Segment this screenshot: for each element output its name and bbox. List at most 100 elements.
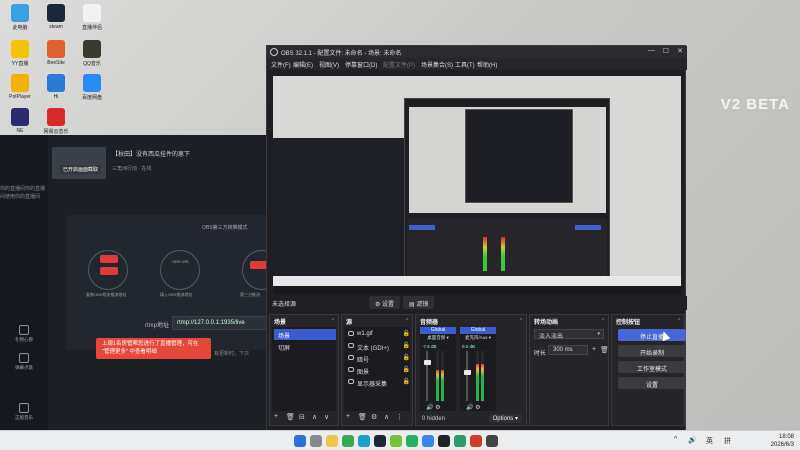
move-down-icon[interactable]: ∨ (324, 413, 329, 421)
control-button[interactable]: 停止直播 (618, 329, 686, 341)
menu-item[interactable]: 文件(F) (271, 60, 291, 69)
desktop-icon[interactable]: YY直播 (2, 40, 38, 67)
source-item[interactable]: 暗号 🔓 (346, 353, 412, 364)
close-icon[interactable]: ✕ (677, 47, 683, 55)
source-item[interactable]: 文本 (GDI+) 🔓 (346, 341, 412, 352)
desktop-icon[interactable]: QQ音乐 (74, 40, 110, 67)
wechat-icon[interactable] (406, 435, 418, 447)
move-up-icon[interactable]: ∧ (384, 413, 389, 421)
app-dark-icon[interactable] (486, 435, 498, 447)
channel-device[interactable]: 麦克风/Aux ▾ (460, 335, 496, 341)
dock-menu-icon[interactable]: ▫ (332, 317, 334, 323)
source-settings-button[interactable]: ⚙ 设置 (369, 296, 401, 309)
chrome-icon[interactable] (342, 435, 354, 447)
tray-item[interactable]: 拼 (724, 436, 731, 446)
control-button[interactable]: 开始录制 (618, 345, 686, 357)
move-up-icon[interactable]: ∧ (312, 413, 317, 421)
file-explorer-icon[interactable] (326, 435, 338, 447)
obs-taskbar-icon[interactable] (438, 435, 450, 447)
sidebar-item-music[interactable]: 弹幕点歌 (9, 353, 39, 371)
menu-item[interactable]: 配置文件(P) (383, 60, 415, 69)
add-scene-icon[interactable]: + (274, 413, 278, 420)
add-transition-icon[interactable]: + (592, 346, 596, 353)
scene-item-1[interactable]: 切屏 (274, 341, 336, 352)
maximize-icon[interactable]: ☐ (663, 47, 669, 55)
search-icon[interactable] (310, 435, 322, 447)
transition-select[interactable]: 淡入淡出 ▾ (534, 329, 604, 340)
desktop-icon[interactable]: 直播伴侣 (74, 4, 110, 31)
volume-fader-knob[interactable] (424, 360, 431, 365)
dock-menu-icon[interactable]: ▫ (602, 317, 604, 323)
volume-fader[interactable] (426, 351, 428, 401)
menu-item[interactable]: 场景集合(S) (421, 60, 453, 69)
clock[interactable]: 18:08 2026/6/3 (771, 433, 794, 449)
remove-scene-icon[interactable]: 🗑 (286, 413, 295, 421)
desktop-icon[interactable]: Hi (38, 74, 74, 100)
tray-item[interactable]: ^ (674, 436, 677, 443)
sidebar-item-gift[interactable]: 礼物心愿 (9, 325, 39, 343)
room-thumbnail[interactable] (52, 147, 106, 179)
lock-icon[interactable]: 🔓 (403, 378, 410, 385)
sidebar-item-download[interactable]: 正版音乐 (9, 403, 39, 421)
visibility-eye-icon[interactable] (348, 331, 354, 336)
add-source-icon[interactable]: + (346, 413, 350, 420)
volume-fader-knob[interactable] (464, 370, 471, 375)
desktop-icon[interactable]: 网易云音乐 (38, 108, 74, 135)
desktop-icon[interactable]: 此电脑 (2, 4, 38, 31)
lock-icon[interactable]: 🔓 (403, 330, 410, 337)
desktop-icon[interactable]: 百度网盘 (74, 74, 110, 101)
menu-item[interactable]: 停靠窗口(D) (345, 60, 377, 69)
source-settings-icon[interactable]: ⚙ (371, 413, 377, 421)
mixer-options-button[interactable]: Options ▾ (488, 414, 522, 423)
copy-pill-button[interactable] (100, 255, 118, 263)
visibility-eye-icon[interactable] (348, 343, 354, 348)
lock-icon[interactable]: 🔓 (403, 354, 410, 361)
channel-device[interactable]: 桌面音频 ▾ (420, 335, 456, 341)
scene-filter-icon[interactable]: ⊟ (299, 413, 305, 421)
speaker-icon[interactable]: 🔊 (466, 405, 473, 411)
source-item[interactable]: w1.gif 🔓 (346, 329, 412, 340)
source-item[interactable]: 图景 🔓 (346, 365, 412, 376)
manager-toast[interactable]: 上周1名房管帮您进行了直播管理，可在 "管理更多" 中查看明细 (96, 338, 211, 359)
duration-input[interactable]: 300 ms (548, 345, 588, 355)
menu-item[interactable]: 帮助(H) (477, 60, 497, 69)
lock-icon[interactable]: 🔓 (403, 366, 410, 373)
desktop-icon[interactable]: steam (38, 4, 74, 30)
minimize-icon[interactable]: — (648, 47, 655, 54)
remove-source-icon[interactable]: 🗑 (358, 413, 367, 421)
tray-item[interactable]: 🔊 (688, 436, 697, 444)
visibility-eye-icon[interactable] (348, 355, 354, 360)
control-button[interactable]: 工作室模式 (618, 361, 686, 373)
windows-start-icon[interactable] (294, 435, 306, 447)
obs-titlebar[interactable]: OBS 32.1.1 - 配置文件: 未命名 - 场景: 未命名 — ☐ ✕ (267, 46, 687, 58)
triangle-icon[interactable] (454, 435, 466, 447)
source-item[interactable]: 显示器采集 🔓 (346, 377, 412, 388)
menu-item[interactable]: 编辑(E) (293, 60, 313, 69)
source-filters-button[interactable]: ▤ 滤镜 (403, 296, 435, 309)
dock-menu-icon[interactable]: ▫ (678, 317, 680, 323)
menu-item[interactable]: 视图(V) (319, 60, 339, 69)
desktop-icon[interactable]: BeeSite (38, 40, 74, 66)
dock-menu-icon[interactable]: ▫ (520, 317, 522, 323)
edge-icon[interactable] (358, 435, 370, 447)
desktop-icon[interactable]: PotPlayer (2, 74, 38, 100)
gear-icon[interactable]: ⚙ (435, 405, 440, 411)
gear-icon[interactable]: ⚙ (475, 405, 480, 411)
copy-pill-button-2[interactable] (100, 267, 118, 275)
speaker-icon[interactable]: 🔊 (426, 405, 433, 411)
more-icon[interactable]: ⋮ (396, 413, 403, 421)
desktop-icon[interactable]: NE (2, 108, 38, 134)
rtmp-input[interactable]: rtmp://127.0.0.1:1935/live (172, 316, 268, 330)
game-icon[interactable] (390, 435, 402, 447)
control-button[interactable]: 设置 (618, 377, 686, 389)
scene-item-0[interactable]: 场景 (274, 329, 336, 340)
cloud-icon[interactable] (422, 435, 434, 447)
visibility-eye-icon[interactable] (348, 367, 354, 372)
steam-icon[interactable] (374, 435, 386, 447)
volume-fader[interactable] (466, 351, 468, 401)
dock-menu-icon[interactable]: ▫ (406, 317, 408, 323)
lock-icon[interactable]: 🔓 (403, 342, 410, 349)
menu-item[interactable]: 工具(T) (455, 60, 475, 69)
visibility-eye-icon[interactable] (348, 379, 354, 384)
tray-item[interactable]: 英 (706, 436, 713, 446)
